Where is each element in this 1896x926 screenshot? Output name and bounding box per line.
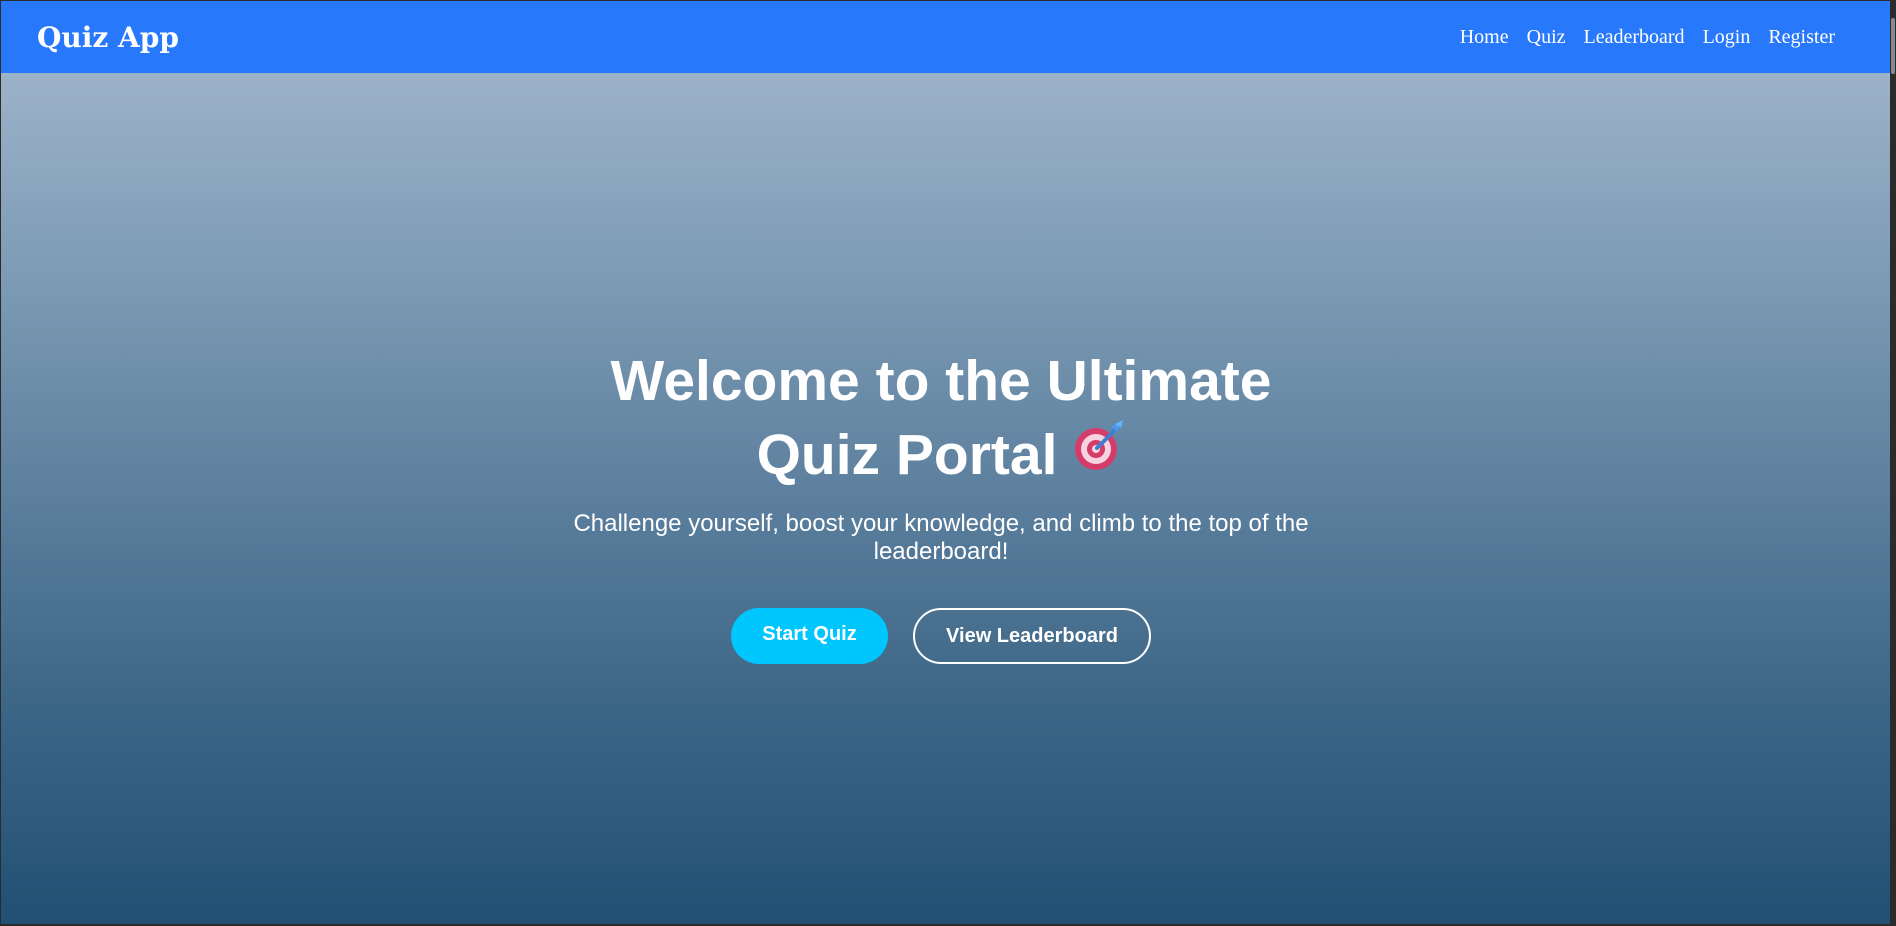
scrollbar-thumb[interactable] xyxy=(1891,18,1895,74)
nav-home-link[interactable]: Home xyxy=(1460,26,1509,49)
nav-quiz-link[interactable]: Quiz xyxy=(1527,26,1566,49)
view-leaderboard-button[interactable]: View Leaderboard xyxy=(913,608,1151,664)
hero-content: Welcome to the Ultimate Quiz Portal Chal… xyxy=(541,344,1341,664)
nav-login-link[interactable]: Login xyxy=(1703,26,1751,49)
nav-leaderboard-link[interactable]: Leaderboard xyxy=(1584,26,1685,49)
nav-links: Home Quiz Leaderboard Login Register xyxy=(1460,26,1835,49)
scrollbar[interactable] xyxy=(1890,0,1896,926)
navbar: Quiz App Home Quiz Leaderboard Login Reg… xyxy=(1,1,1891,73)
hero-title-text: Welcome to the Ultimate Quiz Portal xyxy=(610,349,1272,487)
start-quiz-button[interactable]: Start Quiz xyxy=(731,608,888,664)
hero-subtitle: Challenge yourself, boost your knowledge… xyxy=(573,510,1309,565)
app-window: Quiz App Home Quiz Leaderboard Login Reg… xyxy=(1,1,1891,924)
nav-register-link[interactable]: Register xyxy=(1768,26,1835,49)
target-icon xyxy=(1071,418,1125,492)
hero-section: Welcome to the Ultimate Quiz Portal Chal… xyxy=(1,73,1891,924)
brand-logo[interactable]: Quiz App xyxy=(37,21,179,54)
hero-buttons: Start Quiz View Leaderboard xyxy=(541,608,1341,664)
hero-title: Welcome to the Ultimate Quiz Portal xyxy=(541,344,1341,492)
